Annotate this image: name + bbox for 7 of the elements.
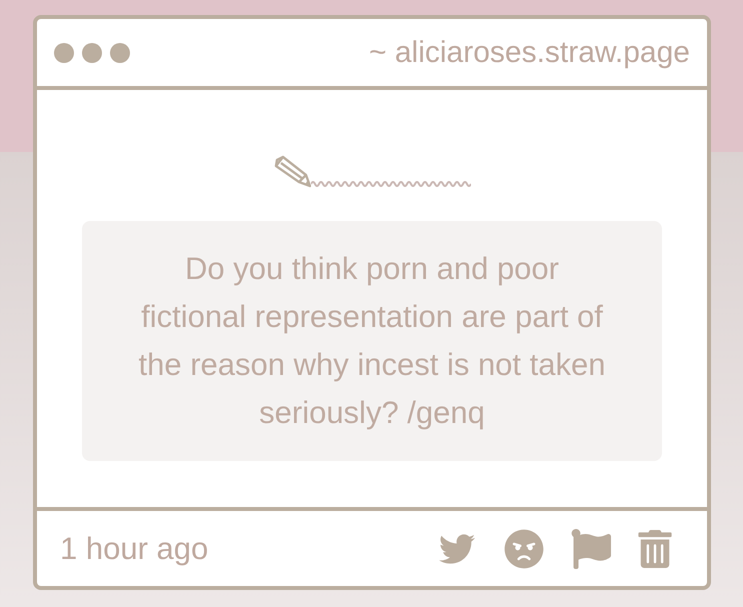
angry-face-icon[interactable] [504, 528, 544, 568]
flag-icon[interactable] [571, 528, 611, 568]
window-title: ~ aliciaroses.straw.page [368, 36, 690, 70]
question-text: Do you think porn and poor fictional representation are part of the reason why incest is not taken seriously? /genq [138, 250, 606, 432]
trash-icon[interactable] [638, 530, 672, 568]
pencil-icon [273, 155, 311, 189]
timestamp: 1 hour ago [60, 530, 208, 566]
